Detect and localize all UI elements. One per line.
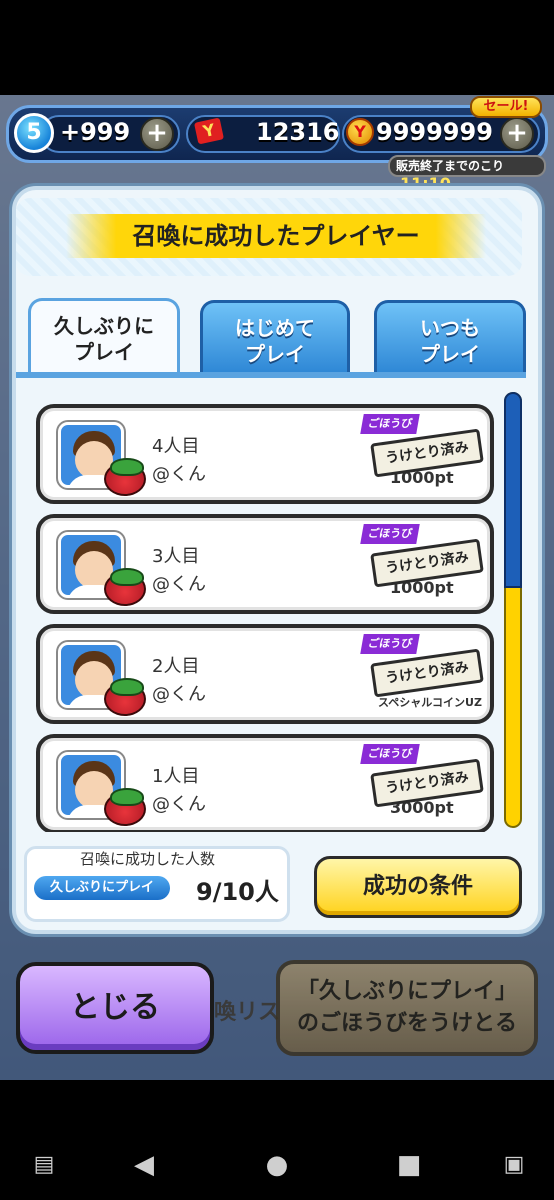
received-stamp: うけとり済み [370,648,484,698]
reward-label: ごほうび [360,634,420,654]
yokai-icon [104,568,146,606]
success-count-value: 9/10人 [196,878,279,906]
list-item[interactable]: 2人目 @くん スペシャルコインUZ ごほうび うけとり済み [36,624,494,724]
tab-first-time[interactable]: はじめて プレイ [200,300,350,372]
row-name: @くん [152,464,206,485]
yokai-icon [104,788,146,826]
success-condition-button[interactable]: 成功の条件 [314,856,522,918]
sale-timer: 販売終了までのこり11:10 [388,155,546,193]
recents-icon[interactable]: ■ [389,1150,429,1180]
row-count: 4人目 [152,436,200,457]
coin-plus-button[interactable]: + [500,117,534,151]
back-icon[interactable]: ◀ [124,1150,164,1180]
list-item[interactable]: 3人目 @くん 1000pt ごほうび うけとり済み [36,514,494,614]
tab-underline [16,372,526,378]
stamina-value: +999 [60,118,131,146]
coin-count: 9999999 [376,118,493,146]
reward-label: ごほうび [360,524,420,544]
y-money-icon: Y [346,118,374,146]
sale-timer-label: 販売終了までのこり [396,159,505,173]
received-stamp: うけとり済み [370,538,484,588]
row-count: 1人目 [152,766,200,787]
reward-label: ごほうび [360,744,420,764]
list-scrollbar-thumb[interactable] [504,392,522,588]
reward-label: ごほうび [360,414,420,434]
dialog-title: 召喚に成功したプレイヤー [66,214,486,258]
row-count: 3人目 [152,546,200,567]
claim-reward-button[interactable]: 「久しぶりにプレイ」 のごほうびをうけとる [276,960,538,1056]
background-text: 喚リス [214,1000,281,1025]
row-name: @くん [152,684,206,705]
ticket-count: 12316 [256,118,340,146]
sale-badge[interactable]: セール! [470,96,542,118]
tab-long-time[interactable]: 久しぶりに プレイ [28,298,180,378]
yokai-icon [104,458,146,496]
stamina-icon: 5 [14,113,54,153]
gamepad-icon[interactable]: ▤ [24,1150,64,1180]
success-count-label: 召喚に成功した人数 [80,850,216,868]
row-count: 2人目 [152,656,200,677]
row-name: @くん [152,574,206,595]
home-icon[interactable]: ● [257,1150,297,1180]
list-item[interactable]: 4人目 @くん 1000pt ごほうび うけとり済み [36,404,494,504]
yokai-icon [104,678,146,716]
tab-always[interactable]: いつも プレイ [374,300,526,372]
received-stamp: うけとり済み [370,428,484,478]
close-button[interactable]: とじる [16,962,214,1054]
stamina-plus-button[interactable]: + [140,117,174,151]
success-count-tag: 久しぶりにプレイ [34,876,170,900]
rotate-lock-icon[interactable]: ▣ [494,1150,534,1180]
list-item[interactable]: 1人目 @くん 3000pt ごほうび うけとり済み [36,734,494,832]
row-reward: スペシャルコインUZ [378,696,482,709]
player-list[interactable]: 4人目 @くん 1000pt ごほうび うけとり済み 3人目 @くん 1000p… [26,382,502,832]
received-stamp: うけとり済み [370,758,484,808]
row-name: @くん [152,794,206,815]
